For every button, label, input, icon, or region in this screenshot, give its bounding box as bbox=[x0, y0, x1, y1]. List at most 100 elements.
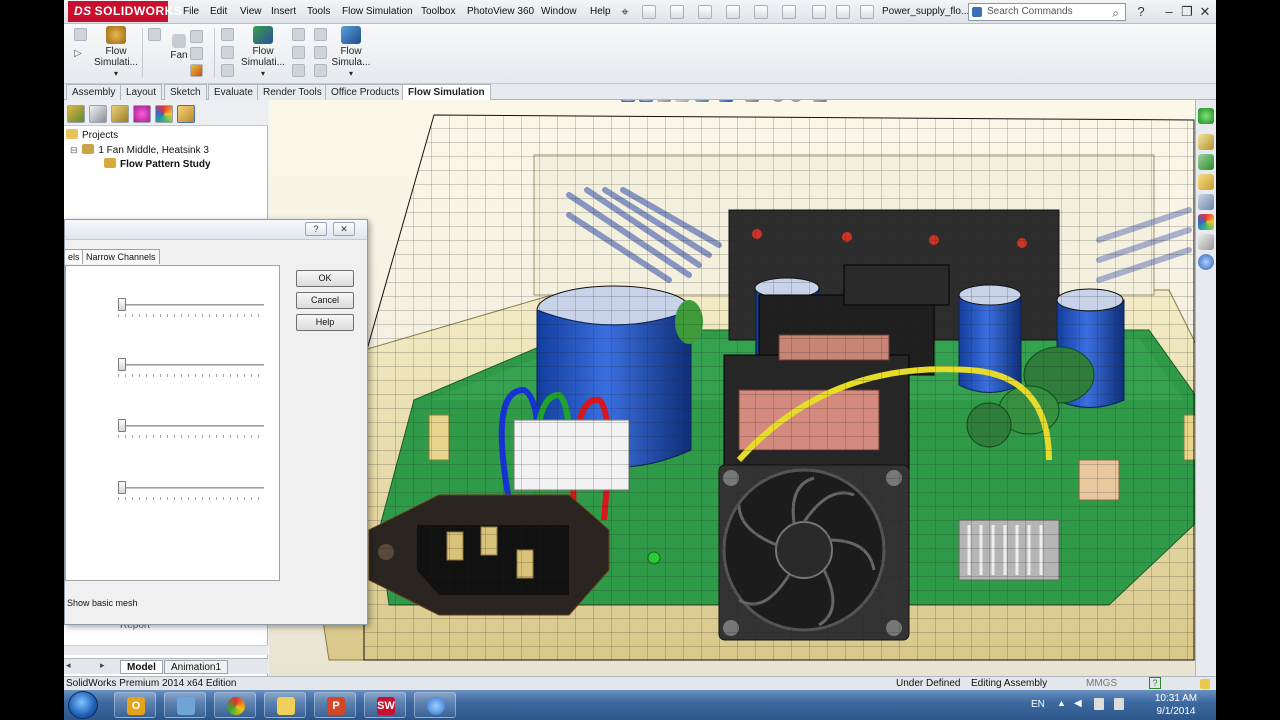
tray-expand-icon[interactable]: ▲ bbox=[1057, 698, 1066, 708]
taskbar-powerpoint[interactable]: P bbox=[314, 692, 356, 718]
slider-1[interactable] bbox=[118, 298, 264, 317]
play-icon[interactable]: ▷ bbox=[74, 48, 87, 61]
custom-properties-icon[interactable] bbox=[1198, 234, 1214, 250]
minimize-icon[interactable]: – bbox=[1160, 3, 1178, 21]
help-icon[interactable]: ? bbox=[1132, 3, 1150, 21]
tab-model[interactable]: Model bbox=[120, 660, 163, 674]
open-icon[interactable] bbox=[670, 5, 684, 19]
units-selector[interactable]: MMGS bbox=[1086, 677, 1117, 690]
home-icon[interactable] bbox=[1198, 134, 1214, 150]
taskbar-solidworks[interactable]: SW bbox=[364, 692, 406, 718]
tab-layout[interactable]: Layout bbox=[120, 84, 163, 100]
flow-trajectory-icon[interactable] bbox=[292, 64, 305, 77]
network-icon[interactable] bbox=[1094, 698, 1104, 710]
scroll-right-icon[interactable]: ▸ bbox=[100, 660, 105, 671]
solve-icon[interactable] bbox=[221, 46, 234, 59]
help-button[interactable]: Help bbox=[296, 314, 354, 331]
display-manager-icon[interactable] bbox=[155, 105, 173, 123]
batch-icon[interactable] bbox=[221, 64, 234, 77]
ok-button[interactable]: OK bbox=[296, 270, 354, 287]
cut-plot-icon[interactable] bbox=[292, 28, 305, 41]
options-icon[interactable] bbox=[860, 5, 874, 19]
menu-photoview[interactable]: PhotoView 360 bbox=[467, 0, 534, 24]
tree-flow-pattern-study[interactable]: Flow Pattern Study bbox=[104, 158, 211, 170]
save-icon[interactable] bbox=[698, 5, 712, 19]
tab-cells[interactable]: els bbox=[64, 249, 84, 264]
tree-projects[interactable]: Projects bbox=[66, 129, 118, 141]
restore-icon[interactable]: ❐ bbox=[1178, 3, 1196, 21]
surface-plot-icon[interactable] bbox=[292, 46, 305, 59]
mesh-icon[interactable] bbox=[221, 28, 234, 41]
slider-3[interactable] bbox=[118, 419, 264, 438]
search-commands-input[interactable]: Search Commands ⌕ bbox=[968, 3, 1126, 21]
select-icon[interactable] bbox=[782, 5, 796, 19]
power-icon[interactable] bbox=[1114, 698, 1124, 710]
file-properties-icon[interactable] bbox=[836, 5, 850, 19]
slider-thumb[interactable] bbox=[118, 298, 126, 311]
menu-view[interactable]: View bbox=[240, 0, 262, 24]
flow-analysis-tree-icon[interactable] bbox=[177, 105, 195, 123]
show-basic-mesh-checkbox[interactable]: Show basic mesh bbox=[67, 598, 138, 608]
flow-simulation-wizard-button[interactable]: Flow Simulati... ▾ bbox=[94, 26, 138, 79]
tab-sketch[interactable]: Sketch bbox=[164, 84, 207, 100]
tag-icon[interactable] bbox=[1200, 679, 1210, 689]
taskbar-outlook[interactable]: O bbox=[114, 692, 156, 718]
volume-icon[interactable]: ◀ bbox=[1074, 698, 1082, 709]
tab-animation1[interactable]: Animation1 bbox=[164, 660, 229, 674]
cancel-button[interactable]: Cancel bbox=[296, 292, 354, 309]
tab-narrow-channels[interactable]: Narrow Channels bbox=[82, 249, 160, 264]
print-icon[interactable] bbox=[726, 5, 740, 19]
configuration-manager-icon[interactable] bbox=[111, 105, 129, 123]
new-document-icon[interactable] bbox=[642, 5, 656, 19]
language-indicator[interactable]: EN bbox=[1031, 699, 1045, 710]
scroll-left-icon[interactable]: ◂ bbox=[66, 660, 71, 671]
file-explorer-icon[interactable] bbox=[1198, 194, 1214, 210]
menu-window[interactable]: Window bbox=[541, 0, 577, 24]
slider-2[interactable] bbox=[118, 358, 264, 377]
solidworks-logo[interactable]: DS SOLIDWORKS bbox=[68, 1, 182, 22]
property-manager-icon[interactable] bbox=[89, 105, 107, 123]
menu-edit[interactable]: Edit bbox=[210, 0, 227, 24]
menu-help[interactable]: Help bbox=[590, 0, 611, 24]
pane-scrollbar[interactable] bbox=[64, 645, 268, 655]
design-library-icon[interactable] bbox=[1198, 174, 1214, 190]
taskbar-folder[interactable] bbox=[264, 692, 306, 718]
pin-icon[interactable]: ⌖ bbox=[616, 3, 634, 21]
heat-source-icon[interactable] bbox=[190, 47, 203, 60]
slider-thumb[interactable] bbox=[118, 358, 126, 371]
menu-tools[interactable]: Tools bbox=[307, 0, 330, 24]
mic-icon[interactable] bbox=[1198, 108, 1214, 124]
resources-icon[interactable] bbox=[1198, 154, 1214, 170]
dialog-help-icon[interactable]: ? bbox=[305, 222, 327, 236]
solidworks-forum-icon[interactable] bbox=[1198, 254, 1214, 270]
feature-tree-icon[interactable] bbox=[67, 105, 85, 123]
undo-icon[interactable] bbox=[754, 5, 768, 19]
menu-file[interactable]: File bbox=[183, 0, 199, 24]
point-params-icon[interactable] bbox=[314, 28, 327, 41]
taskbar-flow-app[interactable] bbox=[414, 692, 456, 718]
general-settings-icon[interactable] bbox=[148, 28, 161, 41]
taskbar-chrome[interactable] bbox=[214, 692, 256, 718]
flow-simulation-results-button[interactable]: Flow Simulati... ▾ bbox=[240, 26, 286, 79]
expand-icon[interactable] bbox=[74, 28, 87, 41]
flow-simulation-tools-button[interactable]: Flow Simula... ▾ bbox=[328, 26, 374, 79]
surface-params-icon[interactable] bbox=[314, 46, 327, 59]
start-button[interactable] bbox=[68, 691, 98, 719]
graphics-area[interactable]: ⊞ ⊞ – ❐ bbox=[269, 100, 1216, 676]
slider-thumb[interactable] bbox=[118, 481, 126, 494]
slider-thumb[interactable] bbox=[118, 419, 126, 432]
dimxpert-icon[interactable] bbox=[133, 105, 151, 123]
appearances-icon[interactable] bbox=[1198, 214, 1214, 230]
goals-icon[interactable] bbox=[190, 64, 203, 77]
taskbar-explorer[interactable] bbox=[164, 692, 206, 718]
tab-render-tools[interactable]: Render Tools bbox=[257, 84, 328, 100]
tree-project-config[interactable]: ⊟ 1 Fan Middle, Heatsink 3 bbox=[70, 144, 209, 156]
dialog-close-icon[interactable]: ✕ bbox=[333, 222, 355, 236]
clock[interactable]: 10:31 AM 9/1/2014 bbox=[1146, 692, 1206, 718]
tab-office-products[interactable]: Office Products bbox=[325, 84, 406, 100]
tab-evaluate[interactable]: Evaluate bbox=[208, 84, 259, 100]
slider-4[interactable] bbox=[118, 481, 264, 500]
search-icon[interactable]: ⌕ bbox=[1112, 5, 1119, 21]
status-help-icon[interactable]: ? bbox=[1149, 677, 1161, 689]
xy-plot-icon[interactable] bbox=[314, 64, 327, 77]
